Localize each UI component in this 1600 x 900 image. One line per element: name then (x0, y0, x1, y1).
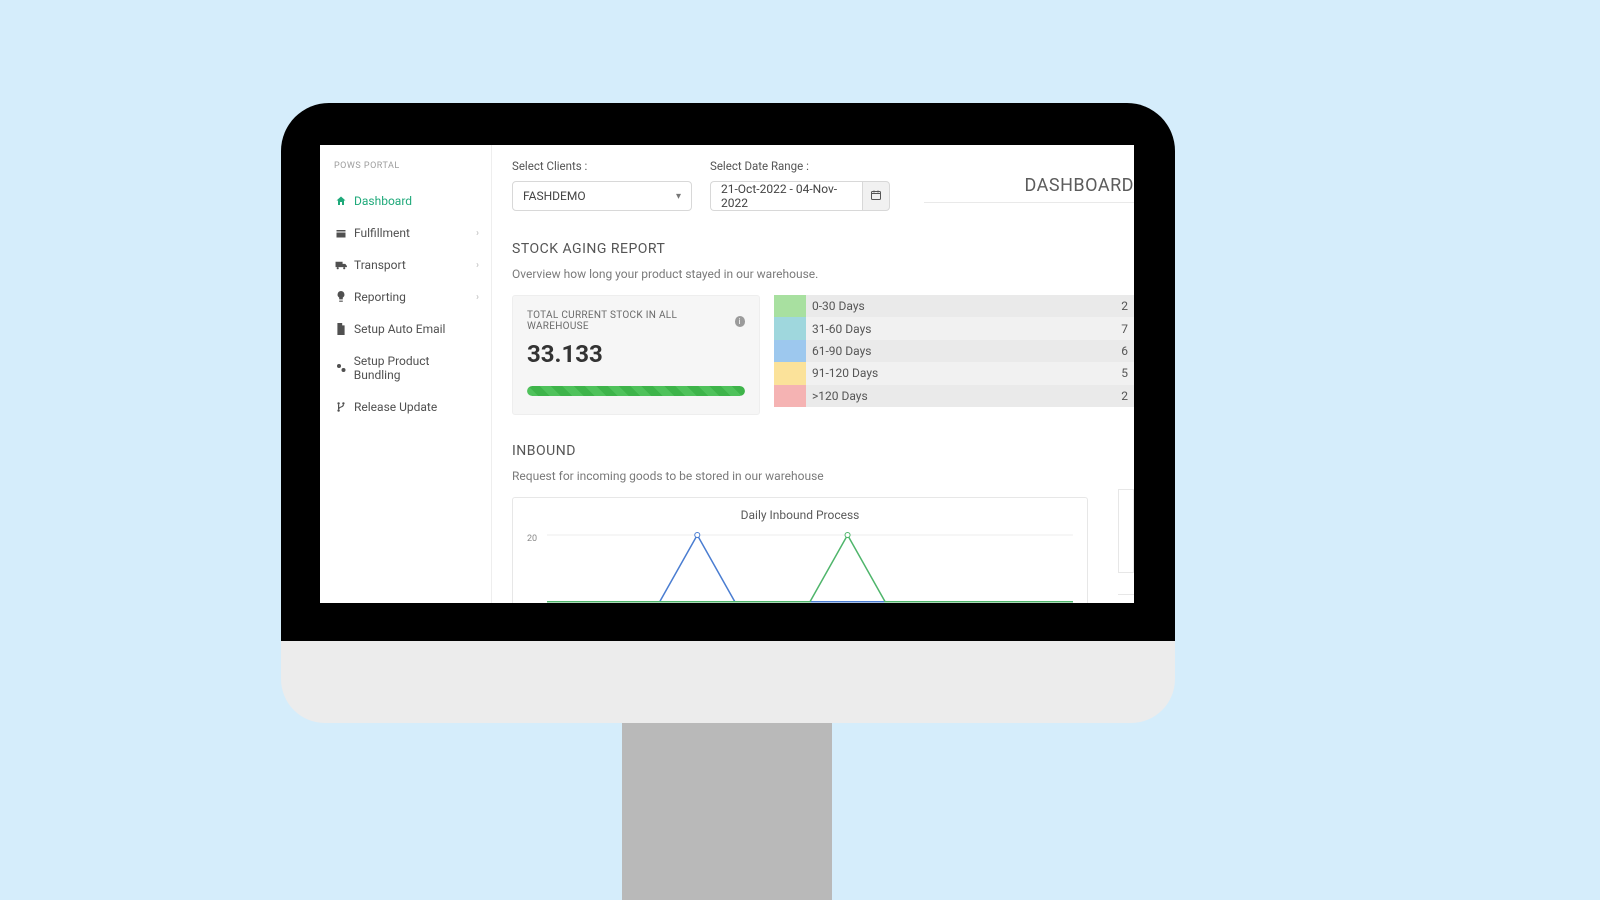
client-field: Select Clients : FASHDEMO (512, 159, 692, 211)
stock-aging-heading: STOCK AGING REPORT (512, 241, 1134, 257)
sidebar-item-product-bundling[interactable]: Setup Product Bundling (320, 345, 491, 391)
aging-label: 61-90 Days (812, 344, 871, 358)
aging-swatch (774, 385, 806, 407)
chart-point (845, 533, 850, 538)
sidebar-item-release-update[interactable]: Release Update (320, 391, 491, 423)
portal-title: POWS PORTAL (320, 157, 491, 185)
aging-row: >120 Days 2 (774, 385, 1134, 407)
chart-series (547, 535, 1073, 602)
sidebar-item-transport[interactable]: Transport › (320, 249, 491, 281)
page-title: DASHBOARD (924, 175, 1134, 203)
inbound-subheading: Request for incoming goods to be stored … (512, 469, 1134, 483)
aging-swatch (774, 340, 806, 362)
progress-bar (527, 386, 745, 396)
aging-value: 2 (1121, 389, 1134, 403)
date-field: Select Date Range : 21-Oct-2022 - 04-Nov… (710, 159, 890, 211)
file-icon (334, 323, 348, 335)
info-icon[interactable]: i (735, 316, 745, 327)
aging-label: 91-120 Days (812, 366, 878, 380)
sidebar-item-reporting[interactable]: Reporting › (320, 281, 491, 313)
aging-row: 91-120 Days 5 (774, 362, 1134, 384)
aging-table: 0-30 Days 2 31-60 Days 7 61-90 Days 6 91-120 D… (774, 295, 1134, 415)
side-card-peek-2 (1118, 594, 1134, 603)
aging-value: 5 (1121, 366, 1134, 380)
monitor-chin (281, 641, 1175, 723)
client-select-value: FASHDEMO (523, 189, 586, 203)
sidebar-item-label: Setup Auto Email (354, 322, 445, 336)
inbound-chart (547, 532, 1073, 603)
chart-point (695, 533, 700, 538)
branch-icon (334, 401, 348, 413)
stock-aging-row: TOTAL CURRENT STOCK IN ALL WAREHOUSE i 3… (512, 295, 1134, 415)
aging-label: 0-30 Days (812, 299, 865, 313)
client-select[interactable]: FASHDEMO (512, 181, 692, 211)
date-range-input[interactable]: 21-Oct-2022 - 04-Nov-2022 (710, 181, 862, 211)
stock-aging-subheading: Overview how long your product stayed in… (512, 267, 1134, 281)
box-icon (334, 227, 348, 239)
aging-swatch (774, 362, 806, 384)
aging-swatch (774, 317, 806, 339)
date-label: Select Date Range : (710, 159, 890, 173)
app-screen: POWS PORTAL Dashboard Fulfillment › Tran… (320, 145, 1134, 603)
aging-label: 31-60 Days (812, 322, 871, 336)
date-range-value: 21-Oct-2022 - 04-Nov-2022 (721, 182, 852, 210)
monitor-stand (622, 723, 832, 900)
total-stock-card: TOTAL CURRENT STOCK IN ALL WAREHOUSE i 3… (512, 295, 760, 415)
calendar-button[interactable] (862, 181, 890, 211)
sidebar-item-label: Release Update (354, 400, 437, 414)
sidebar-item-auto-email[interactable]: Setup Auto Email (320, 313, 491, 345)
chevron-right-icon: › (476, 260, 479, 271)
kpi-label: TOTAL CURRENT STOCK IN ALL WAREHOUSE i (527, 310, 745, 332)
inbound-chart-card: Daily Inbound Process 20 (512, 497, 1088, 603)
inbound-heading: INBOUND (512, 443, 1134, 459)
aging-swatch (774, 295, 806, 317)
sidebar-item-label: Dashboard (354, 194, 412, 208)
sidebar-item-dashboard[interactable]: Dashboard (320, 185, 491, 217)
cogs-icon (334, 362, 348, 374)
aging-value: 2 (1121, 299, 1134, 313)
progress-fill (527, 386, 745, 396)
sidebar-item-label: Setup Product Bundling (354, 354, 477, 382)
bulb-icon (334, 291, 348, 303)
kpi-value: 33.133 (527, 340, 745, 368)
kpi-label-text: TOTAL CURRENT STOCK IN ALL WAREHOUSE (527, 310, 731, 332)
client-label: Select Clients : (512, 159, 692, 173)
aging-row: 31-60 Days 7 (774, 317, 1134, 339)
sidebar-item-label: Transport (354, 258, 406, 272)
calendar-icon (870, 189, 882, 204)
aging-label: >120 Days (812, 389, 868, 403)
sidebar-item-fulfillment[interactable]: Fulfillment › (320, 217, 491, 249)
side-card-peek (1118, 489, 1134, 573)
home-icon (334, 195, 348, 207)
main-content: Select Clients : FASHDEMO Select Date Ra… (492, 145, 1134, 603)
chart-title: Daily Inbound Process (525, 508, 1075, 522)
truck-icon (334, 260, 348, 271)
sidebar-item-label: Fulfillment (354, 226, 410, 240)
chevron-right-icon: › (476, 228, 479, 239)
aging-value: 6 (1121, 344, 1134, 358)
aging-row: 0-30 Days 2 (774, 295, 1134, 317)
aging-row: 61-90 Days 6 (774, 340, 1134, 362)
chart-ytick: 20 (527, 534, 537, 544)
aging-value: 7 (1121, 322, 1134, 336)
sidebar-item-label: Reporting (354, 290, 406, 304)
chevron-right-icon: › (476, 292, 479, 303)
chart-series (547, 535, 1073, 602)
sidebar: POWS PORTAL Dashboard Fulfillment › Tran… (320, 145, 492, 603)
